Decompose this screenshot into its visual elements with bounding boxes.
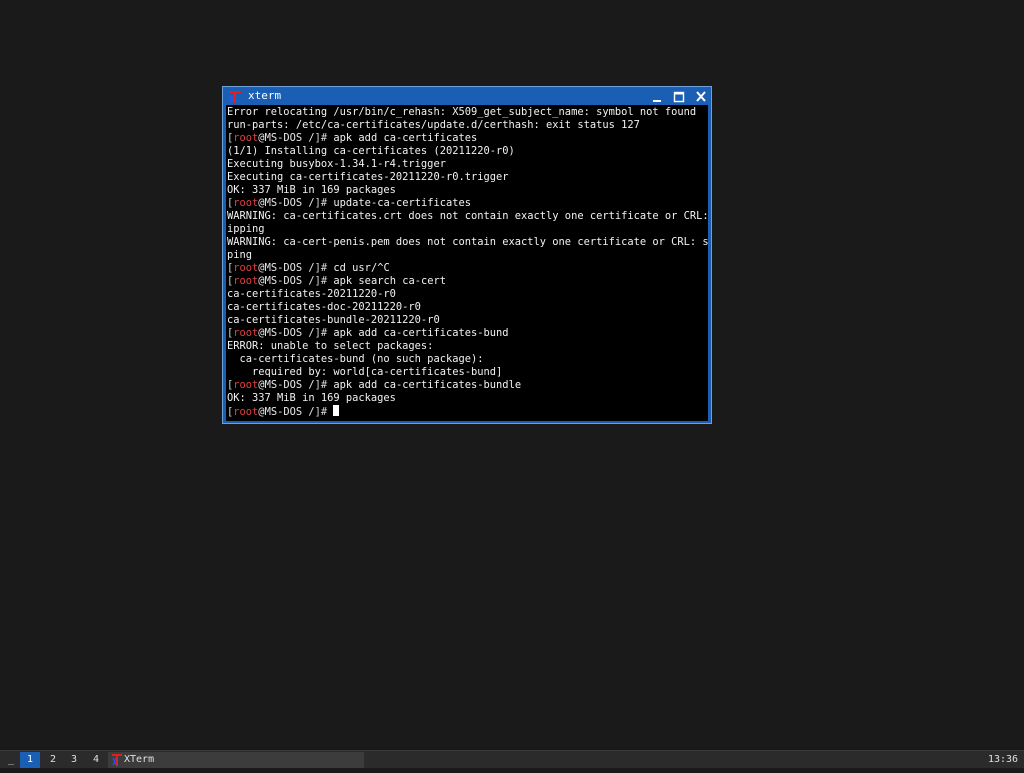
prompt-bracket-close: ]# (314, 275, 334, 287)
terminal-output-line: (1/1) Installing ca-certificates (202112… (227, 145, 708, 158)
terminal-output-line: WARNING: ca-certificates.crt does not co… (227, 210, 708, 223)
prompt-host: MS-DOS (264, 262, 303, 274)
xterm-icon[interactable] (228, 89, 242, 103)
prompt-user: root (233, 406, 259, 418)
prompt-host: MS-DOS (264, 132, 303, 144)
prompt-host: MS-DOS (264, 275, 303, 287)
prompt-user: root (233, 327, 259, 339)
terminal-command-line: [root@MS-DOS /]# apk add ca-certificates… (227, 327, 708, 340)
terminal-output-line: ca-certificates-doc-20211220-r0 (227, 301, 708, 314)
terminal-command-line: [root@MS-DOS /]# apk add ca-certificates (227, 132, 708, 145)
output-text: ca-certificates-20211220-r0 (227, 288, 396, 300)
terminal-command-line: [root@MS-DOS /]# apk search ca-cert (227, 275, 708, 288)
terminal-output-line: ERROR: unable to select packages: (227, 340, 708, 353)
output-text: Error relocating /usr/bin/c_rehash: X509… (227, 106, 697, 118)
desktop[interactable]: xterm Error relocating /usr/bin/c_rehash… (0, 0, 1024, 750)
desktop-switch-3[interactable]: 3 (64, 752, 84, 768)
prompt-bracket-close: ]# (314, 379, 334, 391)
prompt-user: root (233, 275, 259, 287)
command-text: cd usr/^C (333, 262, 390, 274)
taskbar-task-label: XTerm (124, 754, 155, 765)
terminal-command-line: [root@MS-DOS /]# (227, 405, 708, 418)
prompt-user: root (233, 262, 259, 274)
output-text: Executing busybox-1.34.1-r4.trigger (227, 158, 446, 170)
close-button[interactable] (693, 89, 709, 103)
output-text: required by: world[ca-certificates-bund] (227, 366, 503, 378)
output-text: ping (227, 249, 253, 261)
text-cursor (333, 405, 340, 416)
output-text: (1/1) Installing ca-certificates (202112… (227, 145, 515, 157)
taskbar-clock[interactable]: 13:36 (984, 752, 1022, 768)
terminal-output-line: Executing ca-certificates-20211220-r0.tr… (227, 171, 708, 184)
taskbar-task-xterm[interactable]: XTerm (108, 752, 364, 768)
terminal-output-line: OK: 337 MiB in 169 packages (227, 184, 708, 197)
prompt-host: MS-DOS (264, 379, 303, 391)
command-text: apk search ca-cert (333, 275, 447, 287)
maximize-button[interactable] (671, 89, 687, 103)
terminal-output-line: ca-certificates-bundle-20211220-r0 (227, 314, 708, 327)
close-icon (696, 91, 706, 102)
output-text: ipping (227, 223, 265, 235)
output-text: WARNING: ca-certificates.crt does not co… (227, 210, 708, 222)
output-text: ERROR: unable to select packages: (227, 340, 434, 352)
terminal-output: Error relocating /usr/bin/c_rehash: X509… (227, 106, 708, 418)
prompt-path: / (302, 379, 315, 391)
output-text: OK: 337 MiB in 169 packages (227, 392, 396, 404)
show-desktop-button[interactable]: _ (4, 752, 18, 768)
terminal-command-line: [root@MS-DOS /]# update-ca-certificates (227, 197, 708, 210)
prompt-host: MS-DOS (264, 406, 303, 418)
prompt-path: / (302, 262, 315, 274)
minimize-icon (653, 100, 661, 102)
terminal-command-line: [root@MS-DOS /]# cd usr/^C (227, 262, 708, 275)
minimize-button[interactable] (649, 89, 665, 103)
prompt-user: root (233, 132, 259, 144)
xterm-window[interactable]: xterm Error relocating /usr/bin/c_rehash… (222, 86, 712, 424)
prompt-path: / (302, 327, 315, 339)
prompt-path: / (302, 132, 315, 144)
terminal-output-line: ping (227, 249, 708, 262)
terminal-output-line: ca-certificates-20211220-r0 (227, 288, 708, 301)
output-text: WARNING: ca-cert-penis.pem does not cont… (227, 236, 708, 248)
maximize-icon (673, 91, 685, 103)
window-titlebar[interactable]: xterm (224, 88, 710, 104)
prompt-bracket-close: ]# (314, 197, 334, 209)
prompt-bracket-close: ]# (314, 327, 334, 339)
terminal-output-line: Error relocating /usr/bin/c_rehash: X509… (227, 106, 708, 119)
prompt-host: MS-DOS (264, 327, 303, 339)
terminal-output-line: ipping (227, 223, 708, 236)
desktop-switch-4[interactable]: 4 (86, 752, 106, 768)
prompt-user: root (233, 379, 259, 391)
taskbar: _ 1 2 3 4 XTerm 13:36 (0, 750, 1024, 768)
output-text: Executing ca-certificates-20211220-r0.tr… (227, 171, 509, 183)
prompt-bracket-close: ]# (314, 406, 334, 418)
output-text: ca-certificates-bundle-20211220-r0 (227, 314, 440, 326)
desktop-switch-1[interactable]: 1 (20, 752, 40, 768)
terminal-output-line: OK: 337 MiB in 169 packages (227, 392, 708, 405)
terminal-output-line: WARNING: ca-cert-penis.pem does not cont… (227, 236, 708, 249)
prompt-path: / (302, 197, 315, 209)
output-text: ca-certificates-bund (no such package): (227, 353, 484, 365)
prompt-bracket-close: ]# (314, 262, 334, 274)
command-text: apk add ca-certificates-bundle (333, 379, 522, 391)
prompt-path: / (302, 406, 315, 418)
prompt-path: / (302, 275, 315, 287)
terminal-output-line: ca-certificates-bund (no such package): (227, 353, 708, 366)
output-text: run-parts: /etc/ca-certificates/update.d… (227, 119, 640, 131)
terminal-output-line: required by: world[ca-certificates-bund] (227, 366, 708, 379)
terminal-area[interactable]: Error relocating /usr/bin/c_rehash: X509… (226, 105, 708, 421)
terminal-output-line: Executing busybox-1.34.1-r4.trigger (227, 158, 708, 171)
desktop-switch-2[interactable]: 2 (43, 752, 63, 768)
command-text: update-ca-certificates (333, 197, 472, 209)
prompt-bracket-close: ]# (314, 132, 334, 144)
output-text: ca-certificates-doc-20211220-r0 (227, 301, 421, 313)
prompt-user: root (233, 197, 259, 209)
output-text: OK: 337 MiB in 169 packages (227, 184, 396, 196)
xterm-icon (111, 753, 123, 767)
command-text: apk add ca-certificates-bund (333, 327, 509, 339)
prompt-host: MS-DOS (264, 197, 303, 209)
window-title: xterm (248, 89, 282, 102)
terminal-command-line: [root@MS-DOS /]# apk add ca-certificates… (227, 379, 708, 392)
command-text: apk add ca-certificates (333, 132, 478, 144)
terminal-output-line: run-parts: /etc/ca-certificates/update.d… (227, 119, 708, 132)
